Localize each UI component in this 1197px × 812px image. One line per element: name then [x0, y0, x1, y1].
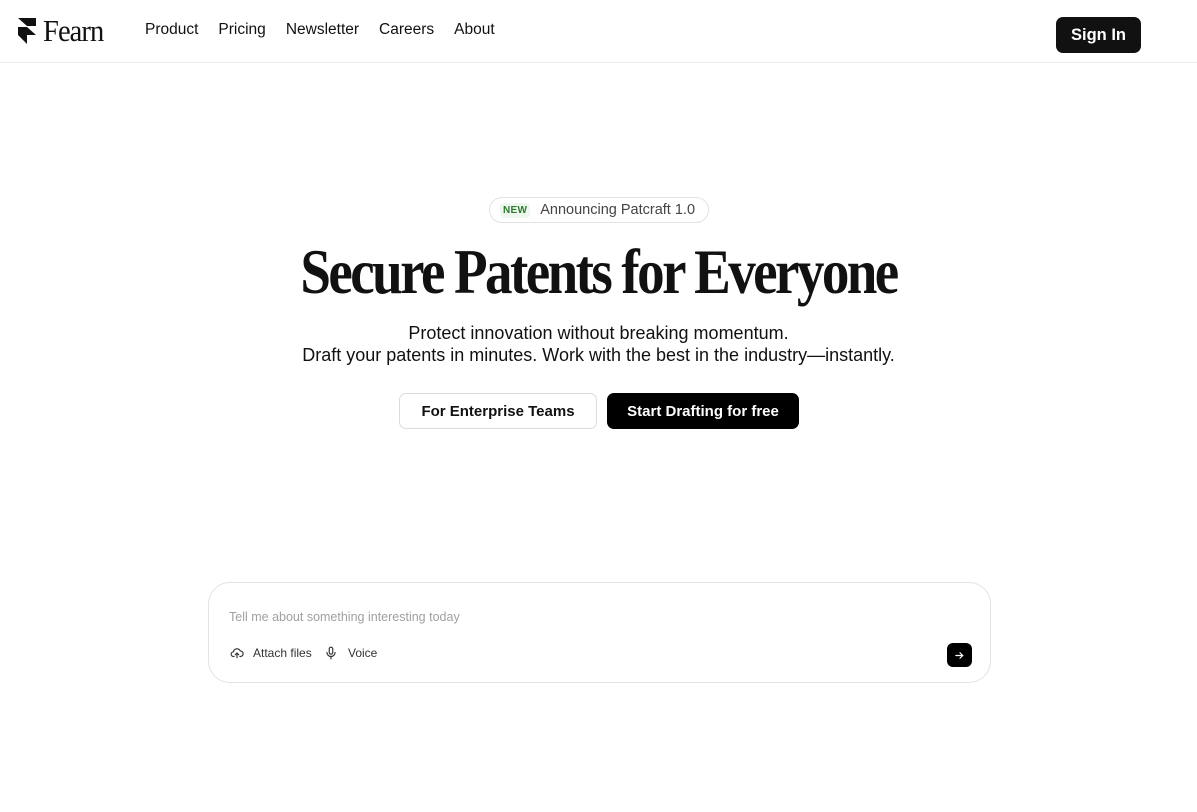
nav-link-pricing[interactable]: Pricing: [218, 21, 265, 39]
nav-link-newsletter[interactable]: Newsletter: [286, 21, 359, 39]
new-badge: NEW: [500, 202, 531, 218]
nav-links: Product Pricing Newsletter Careers About: [145, 21, 495, 39]
nav-link-product[interactable]: Product: [145, 21, 198, 39]
hero-subtitle-line-1: Protect innovation without breaking mome…: [408, 323, 789, 343]
hero-title: Secure Patents for Everyone: [300, 236, 899, 307]
cloud-upload-icon: [230, 648, 244, 659]
nav-link-careers[interactable]: Careers: [379, 21, 434, 39]
prompt-box: Attach files Voice: [208, 582, 991, 683]
hero-subtitle-line-2: Draft your patents in minutes. Work with…: [302, 345, 895, 365]
attach-files-label: Attach files: [253, 646, 312, 660]
brand-logo[interactable]: Fearn: [18, 13, 109, 48]
top-navigation: Fearn Product Pricing Newsletter Careers…: [0, 0, 1197, 63]
announcement-pill[interactable]: NEW Announcing Patcraft 1.0: [489, 197, 709, 223]
sign-in-button[interactable]: Sign In: [1056, 17, 1141, 53]
prompt-input[interactable]: [229, 607, 929, 627]
arrow-right-icon: [955, 651, 964, 659]
microphone-icon: [326, 646, 336, 660]
announcement-text: Announcing Patcraft 1.0: [540, 202, 696, 218]
send-button[interactable]: [947, 643, 972, 667]
start-drafting-button[interactable]: Start Drafting for free: [607, 393, 799, 429]
voice-button[interactable]: Voice: [324, 646, 377, 660]
attach-files-button[interactable]: Attach files: [230, 646, 312, 660]
nav-link-about[interactable]: About: [454, 21, 495, 39]
enterprise-teams-button[interactable]: For Enterprise Teams: [399, 393, 597, 429]
fearn-logo-icon: [18, 18, 36, 44]
voice-label: Voice: [348, 646, 378, 660]
brand-name: Fearn: [43, 13, 104, 48]
